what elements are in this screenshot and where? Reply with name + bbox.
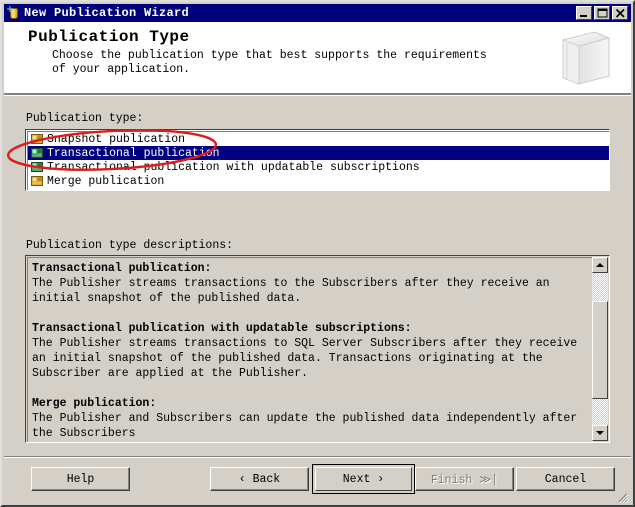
wizard-header: Publication Type Choose the publication … [4, 22, 631, 94]
wizard-button-bar: Help ‹ Back Next › Finish ≫| Cancel [4, 458, 631, 505]
publication-wizard-icon [7, 6, 21, 20]
description-heading: Transactional publication: [32, 262, 212, 275]
description-heading: Merge publication: [32, 397, 157, 410]
list-item-label: Merge publication [47, 174, 165, 188]
back-button-label: ‹ Back [238, 472, 281, 486]
descriptions-scrollbar[interactable] [592, 257, 608, 441]
list-item-label: Transactional publication [47, 146, 220, 160]
cancel-button[interactable]: Cancel [516, 467, 615, 491]
window-title: New Publication Wizard [24, 6, 190, 20]
transactional-publication-icon [31, 147, 44, 159]
descriptions-text-area: Transactional publication: The Publisher… [27, 257, 593, 442]
page-title: Publication Type [28, 28, 190, 46]
maximize-button[interactable] [594, 6, 610, 20]
finish-button: Finish ≫| [415, 467, 514, 491]
publication-type-label: Publication type: [26, 112, 144, 125]
description-text: The Publisher streams transactions to SQ… [32, 337, 578, 380]
transactional-updatable-publication-icon [31, 161, 44, 173]
publication-descriptions-box: Transactional publication: The Publisher… [25, 255, 610, 443]
page-description: Choose the publication type that best su… [52, 49, 487, 76]
help-button[interactable]: Help [31, 467, 130, 491]
scroll-up-arrow-icon[interactable] [592, 257, 608, 273]
close-button[interactable] [612, 6, 628, 20]
description-heading: Transactional publication with updatable… [32, 322, 412, 335]
snapshot-publication-icon [31, 133, 44, 145]
new-publication-wizard-window: New Publication Wizard Publication Type … [0, 0, 635, 507]
finish-button-label: Finish ≫| [430, 473, 499, 487]
description-text: The Publisher and Subscribers can update… [32, 412, 578, 440]
database-book-graphic [549, 26, 615, 90]
scrollbar-thumb[interactable] [592, 301, 608, 399]
title-bar: New Publication Wizard [4, 4, 631, 22]
publication-descriptions-label: Publication type descriptions: [26, 239, 234, 252]
list-item-label: Snapshot publication [47, 132, 186, 146]
next-button[interactable]: Next › [312, 464, 415, 494]
list-item-label: Transactional publication with updatable… [47, 160, 420, 174]
list-item[interactable]: Merge publication [28, 174, 609, 188]
help-button-label: Help [66, 472, 95, 486]
merge-publication-icon [31, 175, 44, 187]
list-item[interactable]: Transactional publication [28, 146, 609, 160]
window-controls [576, 6, 629, 20]
publication-type-listbox[interactable]: Snapshot publication Transactional publi… [25, 129, 610, 191]
next-button-label: Next › [342, 472, 385, 486]
back-button[interactable]: ‹ Back [210, 467, 309, 491]
resize-grip[interactable] [616, 490, 629, 504]
description-text: The Publisher streams transactions to th… [32, 277, 550, 305]
wizard-body: Publication type: Snapshot publication T… [4, 96, 631, 456]
scroll-down-arrow-icon[interactable] [592, 425, 608, 441]
list-item[interactable]: Transactional publication with updatable… [28, 160, 609, 174]
minimize-button[interactable] [576, 6, 592, 20]
list-item[interactable]: Snapshot publication [28, 132, 609, 146]
cancel-button-label: Cancel [544, 472, 587, 486]
